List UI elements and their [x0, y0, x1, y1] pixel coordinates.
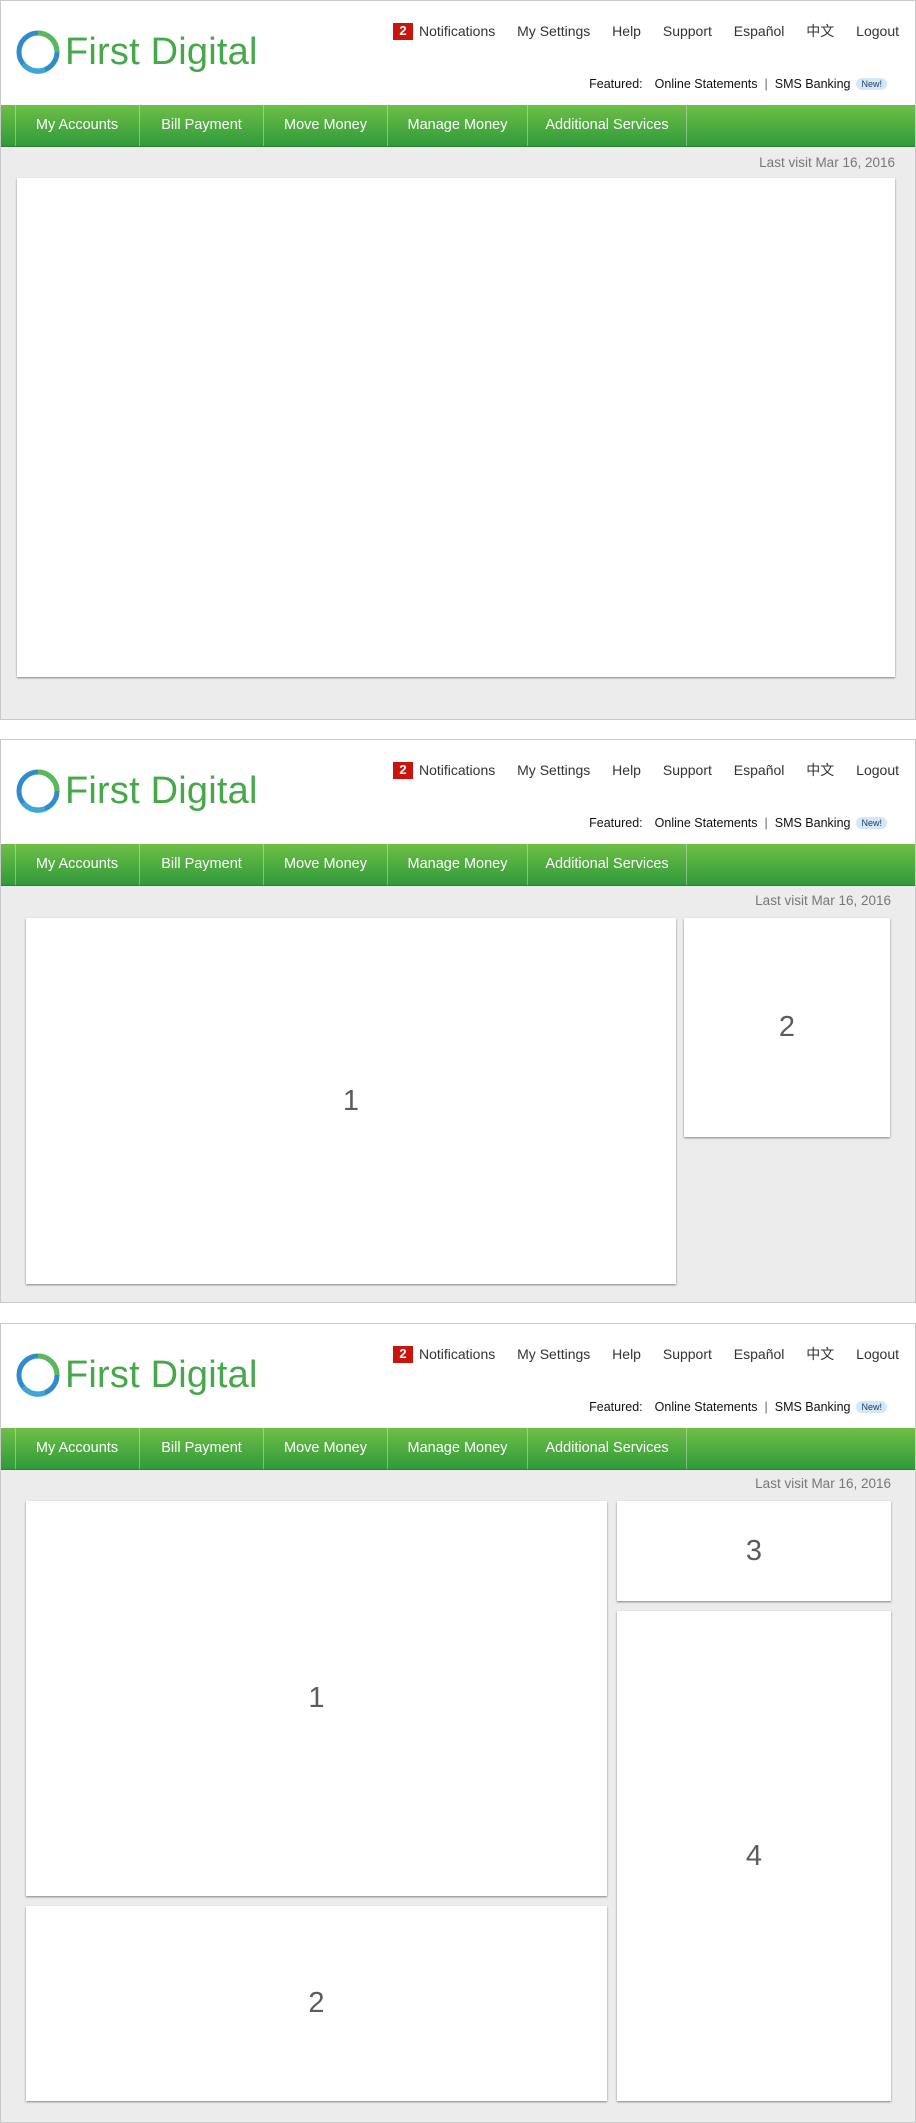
support-link[interactable]: Support: [663, 23, 712, 39]
brand-name: First Digital: [65, 1354, 258, 1396]
notifications-label: Notifications: [418, 23, 496, 39]
nav-tab-manage-money[interactable]: Manage Money: [388, 844, 528, 885]
my-settings-link[interactable]: My Settings: [517, 23, 590, 39]
content-panel-1: 1: [26, 1501, 607, 1896]
chinese-link[interactable]: 中文: [806, 1344, 834, 1364]
nav-tab-my-accounts[interactable]: My Accounts: [15, 844, 140, 885]
content-panel-2: 2: [684, 918, 890, 1137]
content-panel-1: 1: [26, 918, 676, 1284]
last-visit-text: Last visit Mar 16, 2016: [755, 1476, 891, 1491]
nav-tab-move-money[interactable]: Move Money: [264, 1428, 388, 1469]
last-visit-text: Last visit Mar 16, 2016: [755, 893, 891, 908]
featured-separator: |: [764, 1400, 768, 1414]
featured-bar: Featured: Online Statements | SMS Banking Ne…: [589, 1400, 887, 1414]
main-nav: My Accounts Bill Payment Move Money Mana…: [1, 1428, 915, 1470]
layout-four-panels: First Digital 2 Notifications My Settings…: [0, 1323, 916, 2123]
content-panel-4: 4: [617, 1611, 891, 2101]
nav-tab-my-accounts[interactable]: My Accounts: [15, 105, 140, 146]
featured-separator: |: [764, 816, 768, 830]
featured-separator: |: [764, 77, 768, 91]
new-badge: New!: [856, 1401, 887, 1413]
logo-ring-icon: [16, 1353, 60, 1397]
logout-link[interactable]: Logout: [856, 1346, 899, 1362]
espanol-link[interactable]: Español: [734, 1346, 785, 1362]
nav-tab-move-money[interactable]: Move Money: [264, 105, 388, 146]
content-panel-2: 2: [26, 1906, 607, 2101]
layout-two-panels: First Digital 2 Notifications My Settings…: [0, 739, 916, 1303]
notifications-link[interactable]: 2 Notifications: [392, 762, 496, 779]
notifications-link[interactable]: 2 Notifications: [392, 23, 496, 40]
nav-tab-manage-money[interactable]: Manage Money: [388, 1428, 528, 1469]
notifications-label: Notifications: [418, 1346, 496, 1362]
help-link[interactable]: Help: [612, 762, 641, 778]
nav-tab-my-accounts[interactable]: My Accounts: [15, 1428, 140, 1469]
site-header: First Digital 2 Notifications My Settings…: [1, 1324, 915, 1428]
featured-label: Featured:: [589, 77, 643, 91]
nav-stub: [1, 105, 16, 146]
notification-count-badge: 2: [392, 762, 413, 779]
logout-link[interactable]: Logout: [856, 762, 899, 778]
support-link[interactable]: Support: [663, 762, 712, 778]
chinese-link[interactable]: 中文: [806, 21, 834, 41]
brand-name: First Digital: [65, 31, 258, 73]
espanol-link[interactable]: Español: [734, 23, 785, 39]
sms-banking-link[interactable]: SMS Banking: [775, 1400, 851, 1414]
layout-one-panel: First Digital 2 Notifications My Settings…: [0, 0, 916, 720]
nav-tab-bill-payment[interactable]: Bill Payment: [140, 1428, 264, 1469]
sms-banking-link[interactable]: SMS Banking: [775, 816, 851, 830]
notifications-link[interactable]: 2 Notifications: [392, 1346, 496, 1363]
featured-label: Featured:: [589, 1400, 643, 1414]
nav-tab-bill-payment[interactable]: Bill Payment: [140, 844, 264, 885]
logo-ring-icon: [16, 30, 60, 74]
main-nav: My Accounts Bill Payment Move Money Mana…: [1, 844, 915, 886]
site-header: First Digital 2 Notifications My Settings…: [1, 1, 915, 105]
featured-label: Featured:: [589, 816, 643, 830]
new-badge: New!: [856, 817, 887, 829]
espanol-link[interactable]: Español: [734, 762, 785, 778]
nav-tab-additional-services[interactable]: Additional Services: [528, 1428, 687, 1469]
notification-count-badge: 2: [392, 23, 413, 40]
content-panel: [17, 178, 895, 677]
nav-tab-manage-money[interactable]: Manage Money: [388, 105, 528, 146]
nav-stub: [1, 844, 16, 885]
brand-name: First Digital: [65, 770, 258, 812]
logo-ring-icon: [16, 769, 60, 813]
sms-banking-link[interactable]: SMS Banking: [775, 77, 851, 91]
top-links: 2 Notifications My Settings Help Support …: [392, 760, 899, 780]
nav-tab-additional-services[interactable]: Additional Services: [528, 105, 687, 146]
my-settings-link[interactable]: My Settings: [517, 762, 590, 778]
logout-link[interactable]: Logout: [856, 23, 899, 39]
featured-bar: Featured: Online Statements | SMS Banking Ne…: [589, 816, 887, 830]
top-links: 2 Notifications My Settings Help Support …: [392, 21, 899, 41]
chinese-link[interactable]: 中文: [806, 760, 834, 780]
nav-tab-move-money[interactable]: Move Money: [264, 844, 388, 885]
nav-tab-additional-services[interactable]: Additional Services: [528, 844, 687, 885]
last-visit-text: Last visit Mar 16, 2016: [759, 155, 895, 170]
nav-stub: [1, 1428, 16, 1469]
online-statements-link[interactable]: Online Statements: [655, 77, 758, 91]
online-statements-link[interactable]: Online Statements: [655, 1400, 758, 1414]
notifications-label: Notifications: [418, 762, 496, 778]
help-link[interactable]: Help: [612, 1346, 641, 1362]
help-link[interactable]: Help: [612, 23, 641, 39]
notification-count-badge: 2: [392, 1346, 413, 1363]
my-settings-link[interactable]: My Settings: [517, 1346, 590, 1362]
content-panel-3: 3: [617, 1501, 891, 1601]
top-links: 2 Notifications My Settings Help Support …: [392, 1344, 899, 1364]
site-header: First Digital 2 Notifications My Settings…: [1, 740, 915, 844]
main-nav: My Accounts Bill Payment Move Money Mana…: [1, 105, 915, 147]
support-link[interactable]: Support: [663, 1346, 712, 1362]
nav-tab-bill-payment[interactable]: Bill Payment: [140, 105, 264, 146]
featured-bar: Featured: Online Statements | SMS Banking Ne…: [589, 77, 887, 91]
new-badge: New!: [856, 78, 887, 90]
online-statements-link[interactable]: Online Statements: [655, 816, 758, 830]
